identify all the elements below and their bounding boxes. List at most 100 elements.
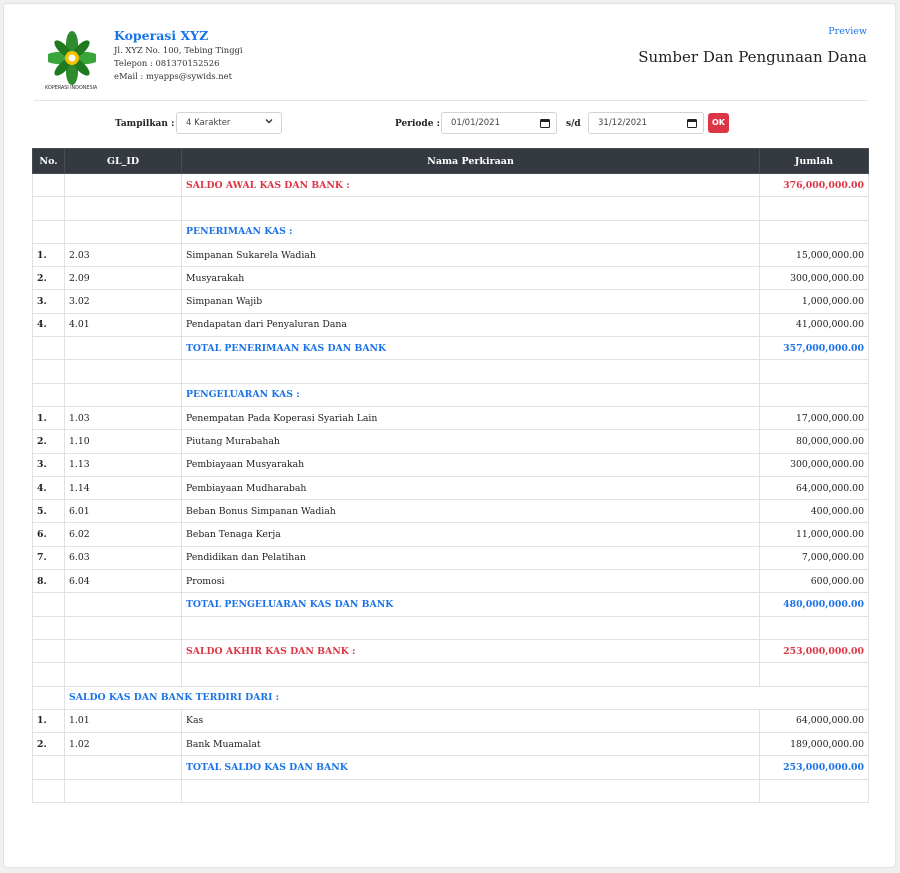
cell-gl-id: 3.02 bbox=[64, 289, 182, 314]
tampilkan-label: Tampilkan : bbox=[115, 119, 175, 129]
cell-no bbox=[32, 778, 65, 804]
cell-gl-id: 6.01 bbox=[64, 499, 182, 524]
cell-account-name: Pendidikan dan Pelatihan bbox=[181, 545, 760, 571]
cell-account-name: Simpanan Sukarela Wadiah bbox=[181, 242, 760, 268]
cell-no: 3. bbox=[32, 452, 65, 477]
cell-gl-id bbox=[64, 592, 182, 617]
table-row bbox=[32, 615, 869, 640]
cell-account-name bbox=[181, 615, 760, 640]
cell-amount bbox=[759, 662, 869, 687]
cell-gl-id bbox=[64, 359, 182, 384]
table-row: 1. 1.03 Penempatan Pada Koperasi Syariah L… bbox=[32, 405, 869, 431]
cell-amount: 300,000,000.00 bbox=[759, 452, 869, 477]
cell-amount bbox=[759, 615, 869, 640]
cell-amount: 1,000,000.00 bbox=[759, 289, 869, 314]
cell-gl-id: 1.02 bbox=[64, 732, 182, 757]
cell-amount: 15,000,000.00 bbox=[759, 242, 869, 268]
cell-amount: 41,000,000.00 bbox=[759, 312, 869, 338]
table-row: 7. 6.03 Pendidikan dan Pelatihan 7,000,000.… bbox=[32, 545, 869, 571]
cell-account-name: Beban Tenaga Kerja bbox=[181, 522, 760, 547]
table-row: 8. 6.04 Promosi 600,000.00 bbox=[32, 569, 869, 594]
table-row: 5. 6.01 Beban Bonus Simpanan Wadiah 400,000… bbox=[32, 499, 869, 524]
table-row: 2. 2.09 Musyarakah 300,000,000.00 bbox=[32, 266, 869, 291]
cell-account-name: Pembiayaan Musyarakah bbox=[181, 452, 760, 477]
cell-no bbox=[32, 662, 65, 687]
table-row: 6. 6.02 Beban Tenaga Kerja 11,000,000.00 bbox=[32, 522, 869, 547]
cell-no bbox=[32, 359, 65, 384]
cell-gl-id bbox=[64, 662, 182, 687]
cell-amount bbox=[759, 382, 869, 407]
company-name: Koperasi XYZ bbox=[114, 28, 209, 43]
cell-no: 2. bbox=[32, 732, 65, 757]
preview-link[interactable]: Preview bbox=[828, 26, 867, 37]
cell-no: 2. bbox=[32, 266, 65, 291]
cell-amount bbox=[759, 196, 869, 221]
cell-account-name: Pembiayaan Mudharabah bbox=[181, 475, 760, 501]
table-row bbox=[32, 359, 869, 384]
cell-amount: 376,000,000.00 bbox=[759, 172, 869, 198]
tampilkan-value: 4 Karakter bbox=[186, 118, 231, 128]
table-row bbox=[32, 662, 869, 687]
cell-gl-id bbox=[64, 196, 182, 221]
table-row: 3. 1.13 Pembiayaan Musyarakah 300,000,000.0… bbox=[32, 452, 869, 477]
cell-account-name: Musyarakah bbox=[181, 266, 760, 291]
cell-account-name bbox=[181, 662, 760, 687]
cell-amount: 357,000,000.00 bbox=[759, 336, 869, 361]
company-email: eMail : myapps@sywids.net bbox=[114, 71, 233, 81]
cell-no bbox=[32, 755, 65, 780]
cell-gl-id: 6.02 bbox=[64, 522, 182, 547]
cell-amount: 400,000.00 bbox=[759, 499, 869, 524]
cell-gl-id: 1.03 bbox=[64, 405, 182, 431]
cell-gl-id bbox=[64, 778, 182, 804]
col-header-amount: Jumlah bbox=[759, 148, 869, 174]
cell-amount bbox=[759, 359, 869, 384]
table-row bbox=[32, 778, 869, 804]
cell-section-title: SALDO KAS DAN BANK TERDIRI DARI : bbox=[64, 685, 869, 710]
cell-no bbox=[32, 172, 65, 198]
cell-no bbox=[32, 592, 65, 617]
company-address: Jl. XYZ No. 100, Tebing Tinggi bbox=[114, 45, 243, 55]
cell-account-name: TOTAL PENGELUARAN KAS DAN BANK bbox=[181, 592, 760, 617]
logo-caption: KOPERASI INDONESIA bbox=[45, 85, 98, 91]
date-to-input[interactable]: 31/12/2021 bbox=[588, 112, 704, 134]
cell-gl-id: 6.03 bbox=[64, 545, 182, 571]
table-row: 3. 3.02 Simpanan Wajib 1,000,000.00 bbox=[32, 289, 869, 314]
cell-account-name: Bank Muamalat bbox=[181, 732, 760, 757]
calendar-icon[interactable] bbox=[540, 118, 550, 128]
sd-label: s/d bbox=[566, 119, 581, 129]
cell-account-name: Pendapatan dari Penyaluran Dana bbox=[181, 312, 760, 338]
table-row: TOTAL PENERIMAAN KAS DAN BANK 357,000,000… bbox=[32, 336, 869, 361]
cell-no bbox=[32, 615, 65, 640]
cell-no: 1. bbox=[32, 708, 65, 734]
cell-account-name: PENGELUARAN KAS : bbox=[181, 382, 760, 407]
cell-account-name: SALDO AKHIR KAS DAN BANK : bbox=[181, 638, 760, 664]
cell-gl-id: 1.01 bbox=[64, 708, 182, 734]
cell-account-name: Penempatan Pada Koperasi Syariah Lain bbox=[181, 405, 760, 431]
cell-gl-id bbox=[64, 336, 182, 361]
cell-amount: 253,000,000.00 bbox=[759, 638, 869, 664]
cell-account-name: Kas bbox=[181, 708, 760, 734]
col-header-no: No. bbox=[32, 148, 65, 174]
col-header-gl: GL_ID bbox=[64, 148, 182, 174]
table-row: 2. 1.02 Bank Muamalat 189,000,000.00 bbox=[32, 732, 869, 757]
table-row: TOTAL PENGELUARAN KAS DAN BANK 480,000,00… bbox=[32, 592, 869, 617]
tampilkan-select[interactable]: 4 Karakter bbox=[176, 112, 282, 134]
ok-button[interactable]: OK bbox=[708, 113, 729, 133]
date-from-input[interactable]: 01/01/2021 bbox=[441, 112, 557, 134]
cell-amount: 600,000.00 bbox=[759, 569, 869, 594]
table-row: 4. 4.01 Pendapatan dari Penyaluran Dana 41,… bbox=[32, 312, 869, 338]
cell-account-name: SALDO AWAL KAS DAN BANK : bbox=[181, 172, 760, 198]
cell-no: 4. bbox=[32, 312, 65, 338]
calendar-icon[interactable] bbox=[687, 118, 697, 128]
cell-no bbox=[32, 685, 65, 710]
cell-no bbox=[32, 196, 65, 221]
cell-account-name: Simpanan Wajib bbox=[181, 289, 760, 314]
table-row: PENGELUARAN KAS : bbox=[32, 382, 869, 407]
cell-gl-id: 6.04 bbox=[64, 569, 182, 594]
table-row bbox=[32, 196, 869, 221]
cell-gl-id bbox=[64, 172, 182, 198]
cell-account-name: TOTAL PENERIMAAN KAS DAN BANK bbox=[181, 336, 760, 361]
cell-no bbox=[32, 382, 65, 407]
periode-label: Periode : bbox=[395, 119, 440, 129]
cell-no: 1. bbox=[32, 242, 65, 268]
